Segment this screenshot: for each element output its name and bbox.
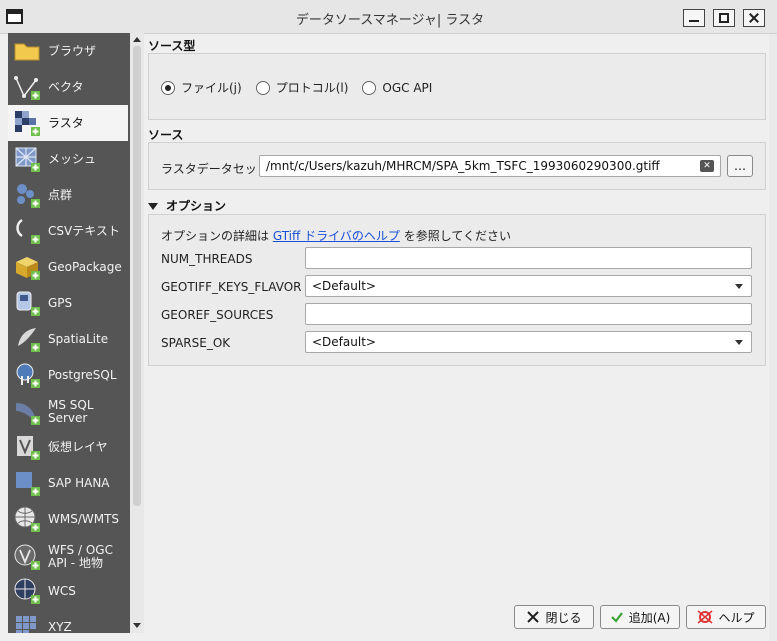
- radio-ogc-api-label[interactable]: OGC API: [382, 81, 432, 95]
- title-bar: データソースマネージャ| ラスタ: [0, 0, 777, 34]
- sidebar-item-postgresql[interactable]: PostgreSQL: [8, 357, 128, 393]
- options-help-text: オプションの詳細は GTiff ドライバのヘルプ を参照してください: [161, 229, 511, 243]
- collapse-arrow-icon[interactable]: [148, 203, 158, 210]
- mssql-icon: [16, 403, 40, 425]
- sidebar-item-spatialite[interactable]: SpatiaLite: [8, 321, 128, 357]
- options-panel: オプションの詳細は GTiff ドライバのヘルプ を参照してください NUM_T…: [148, 214, 766, 366]
- option-label-num-threads: NUM_THREADS: [161, 252, 253, 266]
- help-icon: [697, 610, 713, 624]
- sidebar-item-virtual-layer[interactable]: 仮想レイヤ: [8, 429, 128, 465]
- sidebar-item-wfs[interactable]: WFS / OGC API - 地物: [8, 537, 128, 577]
- source-title: ソース: [148, 128, 184, 142]
- close-icon: [527, 611, 540, 623]
- num-threads-input[interactable]: [305, 247, 752, 269]
- radio-protocol-label[interactable]: プロトコル(l): [276, 79, 349, 96]
- source-panel: ラスタデータセット /mnt/c/Users/kazuh/MHRCM/SPA_5…: [148, 142, 766, 190]
- sidebar-item-gps[interactable]: GPS: [8, 285, 128, 321]
- sidebar-item-mssql[interactable]: MS SQL Server: [8, 393, 128, 431]
- raster-icon: [15, 111, 40, 136]
- scroll-up-arrow-icon[interactable]: [133, 37, 141, 42]
- source-sidebar: ブラウザ ベクタ ラスタ メッシュ 点群 CSVテキスト GeoPackage …: [8, 33, 130, 633]
- option-label-geotiff-keys-flavor: GEOTIFF_KEYS_FLAVOR: [161, 280, 302, 294]
- close-button[interactable]: 閉じる: [514, 605, 594, 629]
- sidebar-item-wms[interactable]: WMS/WMTS: [8, 501, 128, 537]
- radio-file-label[interactable]: ファイル(j): [181, 79, 242, 96]
- gps-icon: [16, 291, 40, 316]
- source-type-options: ファイル(j) プロトコル(l) OGC API: [161, 79, 440, 96]
- vector-icon: [14, 76, 40, 100]
- gtiff-help-link[interactable]: GTiff ドライバのヘルプ: [273, 229, 400, 243]
- point-cloud-icon: [17, 184, 40, 208]
- sap-hana-icon: [16, 472, 40, 496]
- window-title: データソースマネージャ| ラスタ: [295, 13, 485, 28]
- scroll-down-arrow-icon[interactable]: [133, 623, 141, 628]
- sidebar-item-geopackage[interactable]: GeoPackage: [8, 249, 128, 285]
- maximize-button[interactable]: [713, 9, 735, 27]
- virtual-layer-icon: [17, 436, 40, 460]
- clear-input-icon[interactable]: ✕: [700, 160, 714, 172]
- sidebar-item-vector[interactable]: ベクタ: [8, 69, 128, 105]
- wms-icon: [14, 506, 40, 532]
- sidebar-item-wcs[interactable]: WCS: [8, 573, 128, 609]
- sidebar-scroll-thumb[interactable]: [133, 46, 141, 506]
- geopackage-icon: [16, 257, 40, 280]
- postgresql-icon: [16, 363, 40, 388]
- option-label-georef-sources: GEOREF_SOURCES: [161, 308, 274, 322]
- sidebar-item-raster[interactable]: ラスタ: [8, 105, 128, 141]
- folder-icon: [14, 43, 40, 61]
- xyz-icon: [16, 616, 36, 633]
- sidebar-item-csv[interactable]: CSVテキスト: [8, 213, 128, 249]
- source-type-panel: ファイル(j) プロトコル(l) OGC API: [148, 53, 766, 120]
- window-icon: [6, 9, 23, 24]
- add-button[interactable]: 追加(A): [600, 605, 680, 629]
- source-type-title: ソース型: [148, 39, 196, 53]
- minimize-button[interactable]: [683, 9, 705, 27]
- wcs-icon: [14, 578, 40, 604]
- sidebar-item-sap-hana[interactable]: SAP HANA: [8, 465, 128, 501]
- mesh-icon: [15, 147, 40, 172]
- radio-file[interactable]: [161, 80, 175, 95]
- close-window-button[interactable]: [743, 9, 765, 27]
- sidebar-item-xyz[interactable]: XYZ: [8, 609, 128, 633]
- wfs-icon: [14, 544, 40, 570]
- options-title[interactable]: オプション: [148, 197, 226, 214]
- radio-protocol[interactable]: [255, 80, 270, 95]
- browse-button[interactable]: …: [727, 155, 753, 177]
- check-icon: [610, 612, 623, 623]
- sidebar-item-point-cloud[interactable]: 点群: [8, 177, 128, 213]
- sidebar-item-mesh[interactable]: メッシュ: [8, 141, 128, 177]
- help-button[interactable]: ヘルプ: [686, 605, 766, 629]
- spatialite-icon: [18, 328, 40, 352]
- georef-sources-input[interactable]: [305, 303, 752, 325]
- option-label-sparse-ok: SPARSE_OK: [161, 336, 231, 350]
- raster-dataset-input[interactable]: /mnt/c/Users/kazuh/MHRCM/SPA_5km_TSFC_19…: [259, 155, 721, 177]
- window-right-edge: [769, 34, 777, 641]
- sidebar-item-browser[interactable]: ブラウザ: [8, 33, 128, 69]
- geotiff-keys-flavor-select[interactable]: <Default>: [305, 275, 752, 297]
- raster-dataset-label: ラスタデータセット: [161, 162, 269, 176]
- csv-icon: [16, 218, 40, 244]
- sparse-ok-select[interactable]: <Default>: [305, 331, 752, 353]
- radio-ogc-api[interactable]: [362, 80, 377, 95]
